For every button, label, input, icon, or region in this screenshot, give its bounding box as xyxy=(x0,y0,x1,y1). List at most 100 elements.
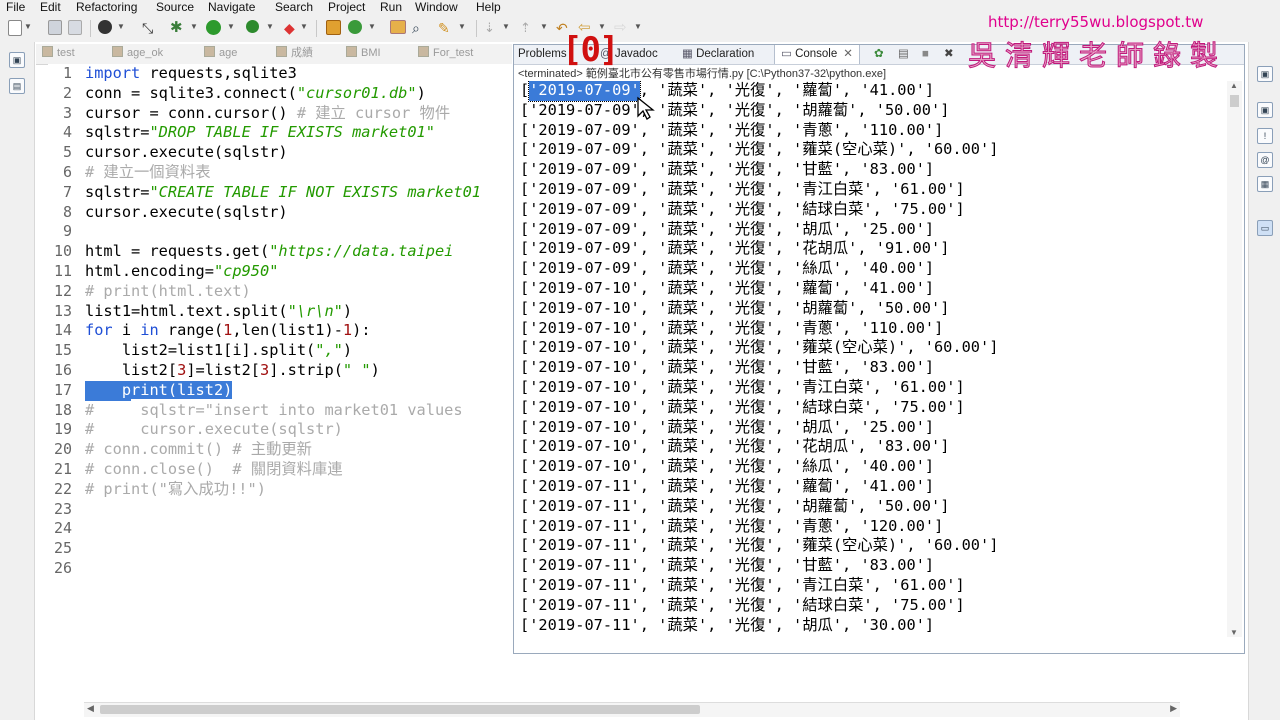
restore-icon[interactable]: ▣ xyxy=(1257,102,1273,118)
print-icon[interactable] xyxy=(98,20,112,34)
menu-refactoring[interactable]: Refactoring xyxy=(76,0,137,15)
scroll-down-icon[interactable]: ▼ xyxy=(1230,628,1238,637)
chevron-down-icon[interactable]: ▼ xyxy=(502,22,510,31)
console-line[interactable]: ['2019-07-09', '蔬菜', '光復', '蘿蔔', '41.00'… xyxy=(520,81,934,102)
scroll-left-icon[interactable]: ◀ xyxy=(87,703,94,714)
code-line[interactable]: list2[3]=list2[3].strip(" ") xyxy=(85,361,380,381)
code-line[interactable]: html = requests.get("https://data.taipei xyxy=(85,242,453,262)
code-line[interactable]: # print("寫入成功!!") xyxy=(85,480,266,500)
menu-run[interactable]: Run xyxy=(380,0,402,15)
console-line[interactable]: ['2019-07-09', '蔬菜', '光復', '絲瓜', '40.00'… xyxy=(520,259,934,279)
save-icon[interactable] xyxy=(48,20,62,35)
console-vertical-scrollbar[interactable]: ▲ ▼ xyxy=(1227,81,1242,637)
chevron-down-icon[interactable]: ▼ xyxy=(634,22,642,31)
skip-breakpoints-icon[interactable]: ⤡ xyxy=(142,20,158,36)
save-all-icon[interactable] xyxy=(68,20,82,35)
console-line[interactable]: ['2019-07-10', '蔬菜', '光復', '青江白菜', '61.0… xyxy=(520,378,965,398)
chevron-down-icon[interactable]: ▼ xyxy=(540,22,548,31)
console-output[interactable]: ['2019-07-09', '蔬菜', '光復', '蘿蔔', '41.00'… xyxy=(520,81,1226,651)
code-line[interactable]: sqlstr="CREATE TABLE IF NOT EXISTS marke… xyxy=(85,183,481,203)
console-line[interactable]: ['2019-07-09', '蔬菜', '光復', '胡蘿蔔', '50.00… xyxy=(520,101,949,121)
code-line[interactable]: cursor.execute(sqlstr) xyxy=(85,143,288,163)
chevron-down-icon[interactable]: ▼ xyxy=(300,22,308,31)
tab-test[interactable]: test xyxy=(42,44,75,63)
maximize-icon[interactable]: ▤ xyxy=(9,78,25,94)
pin-console-icon[interactable]: ✿ xyxy=(874,45,884,64)
console-line[interactable]: ['2019-07-11', '蔬菜', '光復', '胡瓜', '30.00'… xyxy=(520,616,934,636)
tab-bmi[interactable]: BMI xyxy=(346,44,381,63)
console-line[interactable]: ['2019-07-11', '蔬菜', '光復', '蘿蔔', '41.00'… xyxy=(520,477,934,497)
menu-help[interactable]: Help xyxy=(476,0,501,15)
code-line[interactable]: # conn.close() # 關閉資料庫連 xyxy=(85,460,343,480)
console-line[interactable]: ['2019-07-10', '蔬菜', '光復', '胡蘿蔔', '50.00… xyxy=(520,299,949,319)
code-line[interactable]: for i in range(1,len(list1)-1): xyxy=(85,321,371,341)
problems-icon[interactable]: ! xyxy=(1257,128,1273,144)
code-line[interactable]: list2=list1[i].split(",") xyxy=(85,341,352,361)
restore-icon[interactable]: ▣ xyxy=(9,52,25,68)
chevron-down-icon[interactable]: ▼ xyxy=(227,22,235,31)
code-line[interactable]: # conn.commit() # 主動更新 xyxy=(85,440,312,460)
console-line[interactable]: ['2019-07-10', '蔬菜', '光復', '蘿蔔', '41.00'… xyxy=(520,279,934,299)
code-line[interactable]: import requests,sqlite3 xyxy=(85,64,297,84)
restore-icon[interactable]: ▣ xyxy=(1257,66,1273,82)
menu-window[interactable]: Window xyxy=(415,0,458,15)
console-line[interactable]: ['2019-07-10', '蔬菜', '光復', '結球白菜', '75.0… xyxy=(520,398,965,418)
new-class-icon[interactable] xyxy=(326,20,341,35)
chevron-down-icon[interactable]: ▼ xyxy=(458,22,466,31)
console-line[interactable]: ['2019-07-11', '蔬菜', '光復', '甘藍', '83.00'… xyxy=(520,556,934,576)
chevron-down-icon[interactable]: ▼ xyxy=(24,22,32,31)
console-line[interactable]: ['2019-07-09', '蔬菜', '光復', '蕹菜(空心菜)', '6… xyxy=(520,140,998,160)
console-line[interactable]: ['2019-07-10', '蔬菜', '光復', '青蔥', '110.00… xyxy=(520,319,943,339)
code-line[interactable]: cursor.execute(sqlstr) xyxy=(85,203,288,223)
open-type-icon[interactable] xyxy=(390,20,406,34)
search-icon[interactable]: ⌕ xyxy=(412,20,428,36)
code-line[interactable]: # cursor.execute(sqlstr) xyxy=(85,420,343,440)
remove-launch-icon[interactable]: ✖ xyxy=(944,45,954,64)
code-editor[interactable]: 1 2 3 4 5 6 7 8 9 10 11 12 13 14 15 16 17 18 19 20 21 22 23 24 2… xyxy=(48,64,512,700)
code-line[interactable]: list1=html.text.split("\r\n") xyxy=(85,302,352,322)
declaration-icon[interactable]: ▦ xyxy=(1257,176,1273,192)
run-icon[interactable] xyxy=(206,20,221,35)
menu-edit[interactable]: Edit xyxy=(40,0,61,15)
scroll-up-icon[interactable]: ▲ xyxy=(1230,81,1238,90)
chevron-down-icon[interactable]: ▼ xyxy=(190,22,198,31)
code-line[interactable]: # print(html.text) xyxy=(85,282,251,302)
code-line[interactable]: sqlstr="DROP TABLE IF EXISTS market01" xyxy=(85,123,435,143)
new-file-icon[interactable] xyxy=(8,20,22,36)
menu-file[interactable]: File xyxy=(6,0,25,15)
coverage-icon[interactable]: ◆ xyxy=(284,20,300,36)
scrollbar-thumb[interactable] xyxy=(100,705,700,714)
tab-declaration[interactable]: ▦ Declaration xyxy=(682,45,754,64)
console-line[interactable]: ['2019-07-09', '蔬菜', '光復', '花胡瓜', '91.00… xyxy=(520,239,949,259)
code-line[interactable]: print(list2) xyxy=(85,380,233,401)
console-line[interactable]: ['2019-07-09', '蔬菜', '光復', '胡瓜', '25.00'… xyxy=(520,220,934,240)
scrollbar-thumb[interactable] xyxy=(1230,95,1239,107)
console-line[interactable]: ['2019-07-10', '蔬菜', '光復', '甘藍', '83.00'… xyxy=(520,358,934,378)
console-line[interactable]: ['2019-07-10', '蔬菜', '光復', '蕹菜(空心菜)', '6… xyxy=(520,338,998,358)
code-line[interactable]: conn = sqlite3.connect("cursor01.db") xyxy=(85,84,426,104)
editor-horizontal-scrollbar[interactable]: ◀ ▶ xyxy=(84,702,1180,717)
scroll-right-icon[interactable]: ▶ xyxy=(1170,703,1177,714)
chevron-down-icon[interactable]: ▼ xyxy=(368,22,376,31)
javadoc-icon[interactable]: @ xyxy=(1257,152,1273,168)
chevron-down-icon[interactable]: ▼ xyxy=(266,22,274,31)
menu-search[interactable]: Search xyxy=(275,0,313,15)
menu-project[interactable]: Project xyxy=(328,0,365,15)
console-line[interactable]: ['2019-07-11', '蔬菜', '光復', '青江白菜', '61.0… xyxy=(520,576,965,596)
code-line[interactable]: # sqlstr="insert into market01 values xyxy=(85,401,463,421)
code-line[interactable]: cursor = conn.cursor() # 建立 cursor 物件 xyxy=(85,104,450,124)
console-line[interactable]: ['2019-07-10', '蔬菜', '光復', '絲瓜', '40.00'… xyxy=(520,457,934,477)
console-icon[interactable]: ▭ xyxy=(1257,220,1273,236)
console-line[interactable]: ['2019-07-11', '蔬菜', '光復', '青蔥', '120.00… xyxy=(520,517,943,537)
console-line[interactable]: ['2019-07-09', '蔬菜', '光復', '甘藍', '83.00'… xyxy=(520,160,934,180)
console-line[interactable]: ['2019-07-09', '蔬菜', '光復', '青江白菜', '61.0… xyxy=(520,180,965,200)
tab-console[interactable]: ▭ Console ✕ xyxy=(774,45,860,64)
new-package-icon[interactable] xyxy=(348,20,362,34)
pen-icon[interactable]: ✎ xyxy=(438,20,454,36)
menu-source[interactable]: Source xyxy=(156,0,194,15)
prev-annotation-icon[interactable]: ⇡ xyxy=(520,20,536,36)
console-line[interactable]: ['2019-07-10', '蔬菜', '光復', '花胡瓜', '83.00… xyxy=(520,437,949,457)
close-icon[interactable]: ✕ xyxy=(843,48,853,60)
debug-icon[interactable]: ✱ xyxy=(170,20,186,36)
external-tools-icon[interactable] xyxy=(246,20,259,33)
